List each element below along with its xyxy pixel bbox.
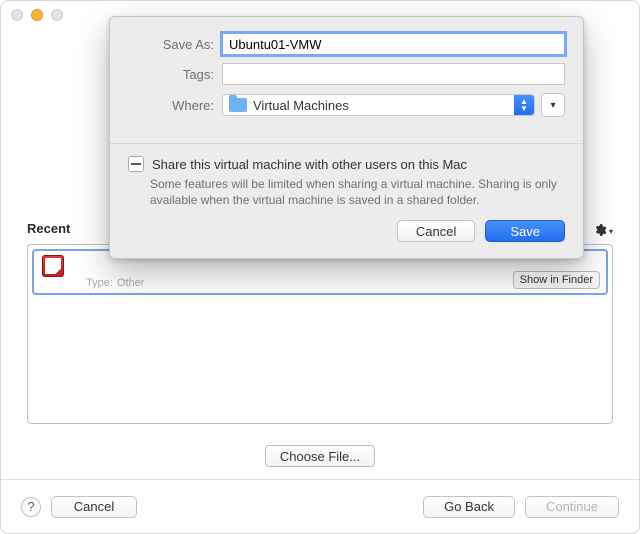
save-sheet: Save As: Tags: Where: Virtual Machines ▲…	[109, 16, 584, 259]
popup-arrows-icon: ▲▼	[514, 95, 534, 115]
vm-file-icon	[42, 255, 64, 277]
continue-button: Continue	[525, 496, 619, 518]
share-vm-label: Share this virtual machine with other us…	[152, 157, 467, 172]
recent-section-label: Recent	[27, 221, 70, 236]
sheet-cancel-button[interactable]: Cancel	[397, 220, 475, 242]
recent-actions-menu[interactable]: ▾	[593, 223, 613, 240]
minimize-window-button[interactable]	[31, 9, 43, 21]
share-vm-checkbox[interactable]	[128, 156, 144, 172]
show-in-finder-button[interactable]: Show in Finder	[513, 271, 600, 289]
save-as-row: Save As:	[128, 33, 565, 55]
sheet-button-row: Cancel Save	[110, 216, 583, 258]
close-window-button[interactable]	[11, 9, 23, 21]
row-type-value: Other	[117, 277, 145, 289]
share-vm-description: Some features will be limited when shari…	[150, 176, 559, 208]
tags-row: Tags:	[128, 63, 565, 85]
gear-icon	[593, 223, 607, 240]
go-back-button[interactable]: Go Back	[423, 496, 515, 518]
where-popup-button[interactable]: Virtual Machines ▲▼	[222, 94, 535, 116]
zoom-window-button[interactable]	[51, 9, 63, 21]
expand-save-panel-button[interactable]: ▾	[541, 93, 565, 117]
choose-file-button[interactable]: Choose File...	[265, 445, 375, 467]
vm-wizard-window: Recent ▾ Type: Other Show in Finder Choo…	[0, 0, 640, 534]
wizard-cancel-button[interactable]: Cancel	[51, 496, 137, 518]
save-sheet-form: Save As: Tags: Where: Virtual Machines ▲…	[110, 17, 583, 143]
help-button[interactable]: ?	[21, 497, 41, 517]
tags-input[interactable]	[222, 63, 565, 85]
chevron-down-icon: ▾	[550, 100, 555, 111]
where-label: Where:	[128, 98, 222, 113]
wizard-bottom-bar: ? Cancel Go Back Continue	[1, 479, 639, 533]
row-type-label: Type:	[86, 277, 113, 289]
tags-label: Tags:	[128, 67, 222, 82]
recent-list: Type: Other Show in Finder	[27, 244, 613, 424]
where-value: Virtual Machines	[253, 98, 349, 113]
save-as-label: Save As:	[128, 37, 222, 52]
folder-icon	[229, 98, 247, 112]
save-as-input[interactable]	[222, 33, 565, 55]
share-section: Share this virtual machine with other us…	[110, 144, 583, 216]
chevron-down-icon: ▾	[609, 227, 613, 236]
where-row: Where: Virtual Machines ▲▼ ▾	[128, 93, 565, 117]
sheet-save-button[interactable]: Save	[485, 220, 565, 242]
